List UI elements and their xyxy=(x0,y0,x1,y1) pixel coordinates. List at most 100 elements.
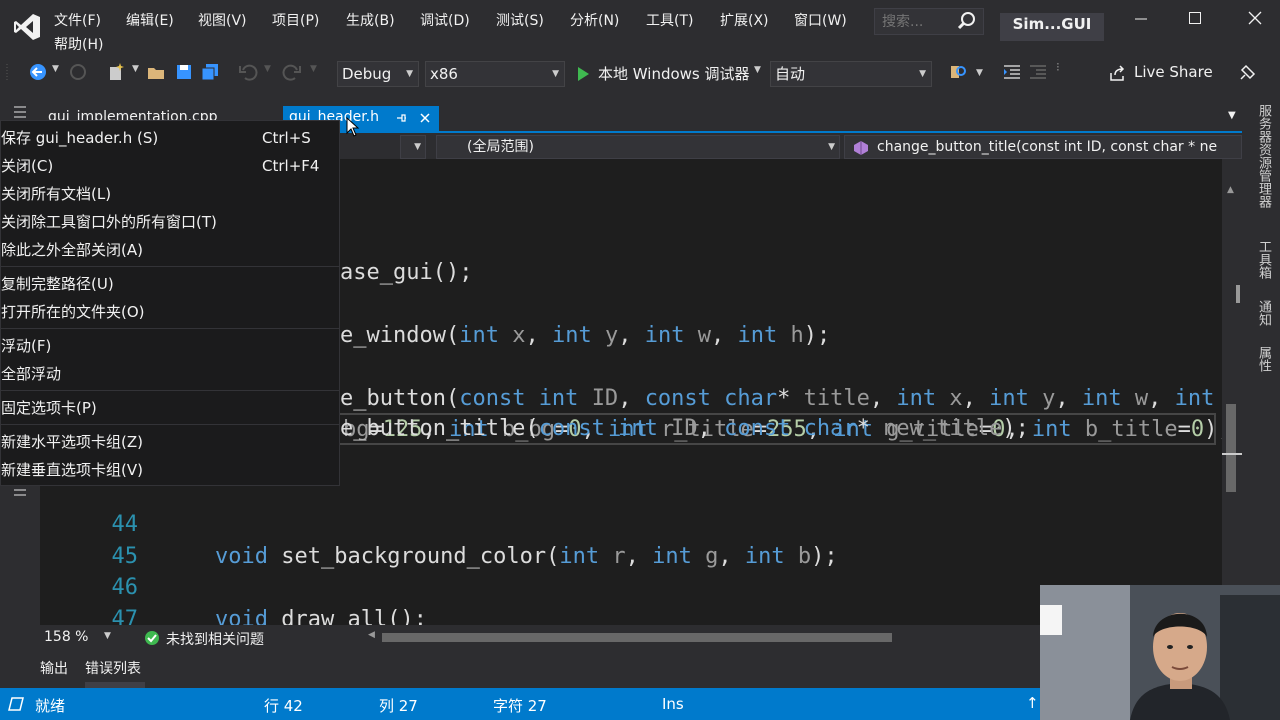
menu-item-float-all[interactable]: 全部浮动 xyxy=(1,361,339,387)
scrollbar-thumb[interactable] xyxy=(1226,404,1236,492)
search-input[interactable] xyxy=(875,9,955,34)
play-icon xyxy=(578,67,589,81)
tab-error-list[interactable]: 错误列表 xyxy=(85,658,141,678)
menu-window[interactable]: 窗口(W) xyxy=(794,10,847,30)
issues-indicator[interactable]: 未找到相关问题 xyxy=(144,629,344,648)
close-window-button[interactable] xyxy=(1240,10,1270,34)
menu-item-close[interactable]: 关闭(C) Ctrl+F4 xyxy=(1,153,339,179)
undo-icon[interactable] xyxy=(238,62,258,82)
menu-item-new-horizontal-tab-group[interactable]: 新建水平选项卡组(Z) xyxy=(1,429,339,455)
menu-project[interactable]: 项目(P) xyxy=(272,10,319,30)
toolbox-tab[interactable]: 工具箱 xyxy=(1254,240,1273,279)
back-arrow-icon[interactable] xyxy=(28,62,48,82)
notifications-tab[interactable]: 通知 xyxy=(1254,300,1273,326)
editor-status-row: 158 % ▼ 未找到相关问题 ◀ xyxy=(40,625,1040,651)
scroll-up-icon[interactable]: ▲ xyxy=(1227,185,1234,195)
indent-icon[interactable] xyxy=(1002,62,1022,82)
menu-build[interactable]: 生成(B) xyxy=(346,10,395,30)
debug-target-dropdown-icon[interactable]: ▼ xyxy=(754,65,761,75)
horizontal-scrollbar-thumb[interactable] xyxy=(382,633,892,642)
feedback-icon[interactable] xyxy=(1238,62,1258,82)
vertical-scrollbar[interactable]: ▲ xyxy=(1222,159,1242,625)
zoom-dropdown[interactable]: 158 % ▼ xyxy=(44,629,114,647)
undo-dropdown-icon[interactable]: ▼ xyxy=(264,64,271,74)
scroll-left-icon[interactable]: ◀ xyxy=(368,630,375,640)
close-icon xyxy=(1248,11,1262,25)
pin-icon[interactable] xyxy=(395,112,407,124)
save-icon[interactable] xyxy=(174,62,194,82)
menu-item-label: 除此之外全部关闭(A) xyxy=(1,241,143,259)
debug-mode-dropdown[interactable]: 自动 ▼ xyxy=(770,61,932,87)
visual-studio-logo-icon[interactable] xyxy=(12,12,42,42)
scope-dropdown[interactable]: (全局范围) ▼ xyxy=(436,135,840,159)
find-dropdown-icon[interactable]: ▼ xyxy=(976,68,983,78)
menu-item-copy-full-path[interactable]: 复制完整路径(U) xyxy=(1,271,339,297)
maximize-icon xyxy=(1189,12,1201,24)
menu-analyze[interactable]: 分析(N) xyxy=(570,10,619,30)
mouse-cursor-icon xyxy=(346,117,360,137)
menu-item-label: 新建垂直选项卡组(V) xyxy=(1,461,143,479)
menu-separator xyxy=(1,266,339,267)
menu-help[interactable]: 帮助(H) xyxy=(54,34,103,54)
menu-item-float[interactable]: 浮动(F) xyxy=(1,333,339,359)
live-share-button[interactable]: Live Share xyxy=(1106,60,1213,86)
member-dropdown[interactable]: change_button_title(const int ID, const … xyxy=(844,135,1242,159)
status-line[interactable]: 行 42 xyxy=(264,695,303,716)
chevron-down-icon: ▼ xyxy=(919,69,926,79)
menu-test[interactable]: 测试(S) xyxy=(496,10,544,30)
tab-list-dropdown-icon[interactable]: ▼ xyxy=(1228,110,1236,121)
properties-tab[interactable]: 属性 xyxy=(1254,346,1273,372)
solution-configuration-value: Debug xyxy=(342,65,392,83)
tab-output[interactable]: 输出 xyxy=(40,658,68,678)
check-circle-icon xyxy=(145,631,159,645)
menu-item-close-all-but-tool-windows[interactable]: 关闭除工具窗口外的所有窗口(T) xyxy=(1,209,339,235)
menu-item-pin-tab[interactable]: 固定选项卡(P) xyxy=(1,395,339,421)
status-char[interactable]: 字符 27 xyxy=(493,695,547,716)
redo-icon[interactable] xyxy=(282,62,302,82)
tab-context-menu: 保存 gui_header.h (S) Ctrl+S 关闭(C) Ctrl+F4… xyxy=(0,120,340,486)
find-in-files-icon[interactable] xyxy=(948,62,968,82)
toolbar-grip-icon xyxy=(6,64,8,80)
new-project-icon[interactable] xyxy=(106,62,126,82)
menu-debug[interactable]: 调试(D) xyxy=(420,10,470,30)
publish-arrow-icon[interactable]: ↑ xyxy=(1026,694,1039,712)
menu-tools[interactable]: 工具(T) xyxy=(646,10,693,30)
menu-item-save[interactable]: 保存 gui_header.h (S) Ctrl+S xyxy=(1,125,339,151)
project-dropdown[interactable]: ▼ xyxy=(400,135,426,159)
menu-item-label: 关闭除工具窗口外的所有窗口(T) xyxy=(1,213,217,231)
forward-arrow-icon[interactable] xyxy=(68,62,88,82)
start-debugging-button[interactable]: 本地 Windows 调试器 ▼ xyxy=(574,61,768,87)
solution-configuration-dropdown[interactable]: Debug ▼ xyxy=(337,61,419,87)
minimize-button[interactable] xyxy=(1126,10,1156,34)
back-dropdown-icon[interactable]: ▼ xyxy=(52,64,59,74)
solution-platform-dropdown[interactable]: x86 ▼ xyxy=(425,61,565,87)
server-explorer-tab[interactable]: 服务器资源管理器 xyxy=(1254,104,1273,208)
menu-view[interactable]: 视图(V) xyxy=(198,10,247,30)
menu-item-close-all-but-this[interactable]: 除此之外全部关闭(A) xyxy=(1,237,339,263)
search-box[interactable] xyxy=(874,8,984,35)
save-all-icon[interactable] xyxy=(200,62,220,82)
menu-file[interactable]: 文件(F) xyxy=(54,10,101,30)
toolbar-overflow-icon[interactable]: ⁝ xyxy=(1056,60,1060,74)
menu-item-new-vertical-tab-group[interactable]: 新建垂直选项卡组(V) xyxy=(1,457,339,483)
status-insert-mode[interactable]: Ins xyxy=(662,695,684,713)
maximize-button[interactable] xyxy=(1180,10,1210,34)
close-tab-icon[interactable] xyxy=(419,112,431,124)
window-title: Sim...GUI xyxy=(1000,13,1104,41)
open-folder-icon[interactable] xyxy=(146,62,166,82)
search-icon[interactable] xyxy=(957,11,977,31)
menu-edit[interactable]: 编辑(E) xyxy=(126,10,174,30)
menu-item-open-containing-folder[interactable]: 打开所在的文件夹(O) xyxy=(1,299,339,325)
code-line[interactable]: 46 void draw_all(); xyxy=(40,540,1222,625)
menu-item-close-all-documents[interactable]: 关闭所有文档(L) xyxy=(1,181,339,207)
code-line[interactable]: 45 xyxy=(40,509,1222,569)
menu-extensions[interactable]: 扩展(X) xyxy=(720,10,769,30)
redo-dropdown-icon[interactable]: ▼ xyxy=(310,64,317,74)
menu-separator xyxy=(1,390,339,391)
new-dropdown-icon[interactable]: ▼ xyxy=(132,64,139,74)
scope-value: (全局范围) xyxy=(467,139,534,155)
scroll-marker xyxy=(1236,285,1240,303)
status-column[interactable]: 列 27 xyxy=(379,695,418,716)
outdent-icon[interactable] xyxy=(1028,62,1048,82)
solution-explorer-tab-icon[interactable] xyxy=(12,104,28,120)
